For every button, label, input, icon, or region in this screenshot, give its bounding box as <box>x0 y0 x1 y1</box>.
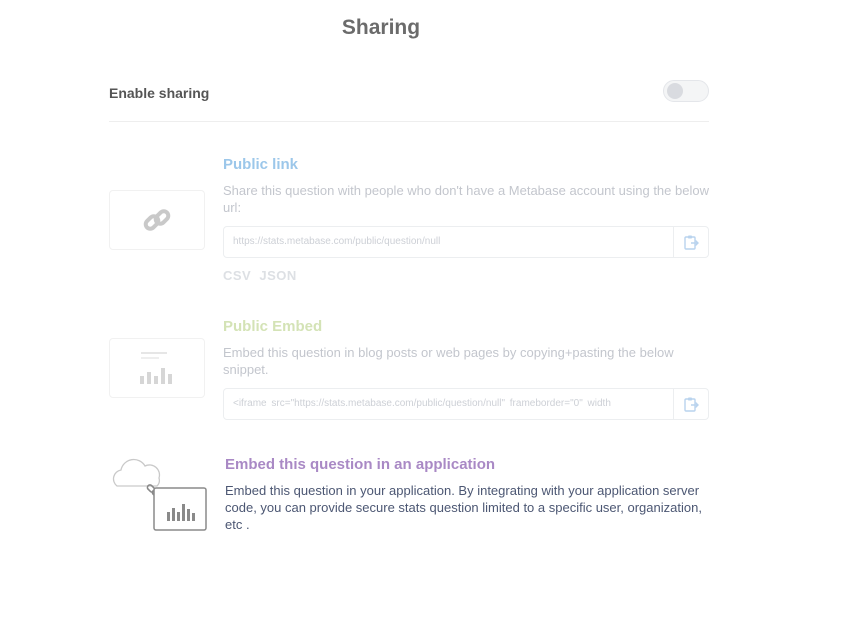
public-link-url: https://stats.metabase.com/public/questi… <box>233 236 441 247</box>
json-link[interactable]: JSON <box>259 268 296 283</box>
copy-link-button[interactable] <box>673 227 708 257</box>
enable-sharing-label: Enable sharing <box>109 85 210 101</box>
public-embed-title: Public Embed <box>223 318 323 335</box>
cloud-chart-icon <box>112 458 207 531</box>
public-embed-icon-box <box>109 338 205 398</box>
app-embed-title[interactable]: Embed this question in an application <box>225 456 711 473</box>
public-embed-description: Embed this question in blog posts or web… <box>223 345 674 377</box>
public-embed-snippet-field[interactable]: <iframe src="https://stats.metabase.com/… <box>223 388 709 420</box>
format-links: CSV JSON <box>223 268 709 283</box>
enable-sharing-toggle[interactable] <box>663 80 709 102</box>
toggle-knob <box>667 83 683 99</box>
clipboard-icon <box>684 397 699 412</box>
public-embed-snippet: <iframe src="https://stats.metabase.com/… <box>233 398 611 409</box>
public-link-title: Public link <box>223 156 299 173</box>
public-link-icon-box <box>109 190 205 250</box>
page-title: Sharing <box>341 16 421 39</box>
copy-snippet-button[interactable] <box>673 389 708 419</box>
enable-sharing-row: Enable sharing <box>109 80 709 122</box>
embed-chart-icon <box>140 352 172 384</box>
clipboard-icon <box>684 235 699 250</box>
app-embed-icon-box <box>109 456 209 536</box>
csv-link[interactable]: CSV <box>223 268 251 283</box>
link-icon <box>143 209 171 231</box>
public-link-description: Share this question with people who don'… <box>223 183 709 215</box>
app-embed-description: Embed this question in your application.… <box>225 483 702 532</box>
public-link-url-field[interactable]: https://stats.metabase.com/public/questi… <box>223 226 709 258</box>
